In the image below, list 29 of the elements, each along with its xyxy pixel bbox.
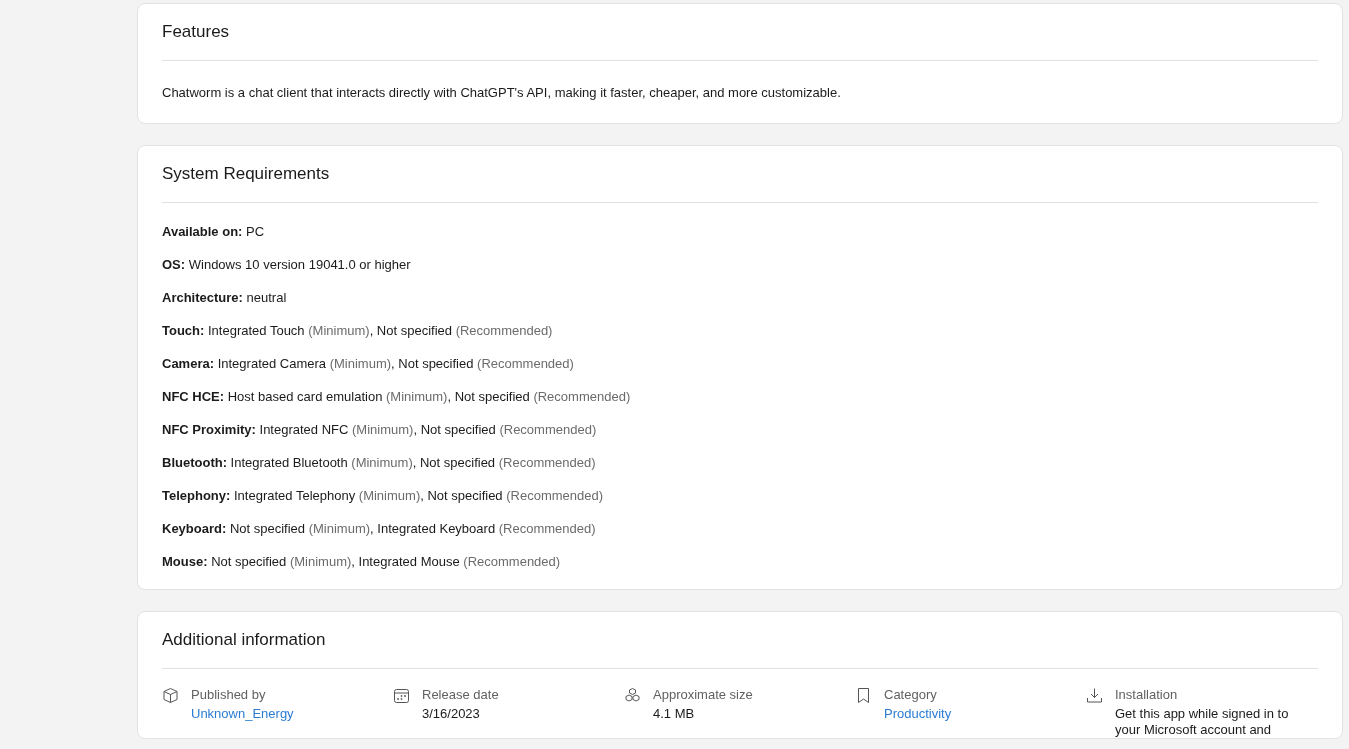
info-link[interactable]: Unknown_Energy (191, 705, 294, 721)
description-text: Chatworm is a chat client that interacts directly with ChatGPT's API, making it faster, cheaper, and more customizable. (162, 84, 842, 102)
requirement-line: Architecture: neutral (162, 288, 288, 307)
info-value: 4.1 MB (653, 705, 696, 722)
info-label: Published by (191, 685, 267, 704)
info-label: Category (884, 685, 938, 704)
info-value: Get this app while signed in to your Microsoft account and (1115, 705, 1290, 738)
requirement-line: Camera: Integrated Camera (Minimum), Not specified (Recommended) (162, 354, 575, 373)
info-label: Approximate size (653, 685, 753, 704)
requirement-line: Touch: Integrated Touch (Minimum), Not specified (Recommended) (162, 321, 554, 340)
info-value: 3/16/2023 (422, 705, 481, 722)
info-label: Installation (1115, 685, 1179, 704)
info-label: Release date (422, 685, 499, 704)
requirement-line: OS: Windows 10 version 19041.0 or higher (162, 255, 412, 274)
requirement-line: Available on: PC (162, 222, 266, 241)
section-title: Additional information (162, 611, 1318, 669)
info-link[interactable]: Productivity (884, 705, 952, 721)
section-title: System Requirements (162, 145, 1318, 203)
download-icon (1086, 686, 1103, 704)
requirement-line: Keyboard: Not specified (Minimum), Integrated Keyboard (Recommended) (162, 519, 597, 538)
requirement-line: Telephony: Integrated Telephony (Minimum), Not specified (Recommended) (162, 486, 605, 505)
calendar-icon (393, 686, 410, 704)
requirement-line: Mouse: Not specified (Minimum), Integrated Mouse (Recommended) (162, 552, 562, 571)
requirement-line: NFC HCE: Host based card emulation (Minimum), Not specified (Recommended) (162, 387, 632, 406)
bookmark-icon (855, 686, 872, 704)
box-icon (162, 686, 179, 704)
section-title: Features (162, 4, 1318, 61)
requirement-line: Bluetooth: Integrated Bluetooth (Minimum), Not specified (Recommended) (162, 453, 597, 472)
requirement-line: NFC Proximity: Integrated NFC (Minimum), Not specified (Recommended) (162, 420, 598, 439)
